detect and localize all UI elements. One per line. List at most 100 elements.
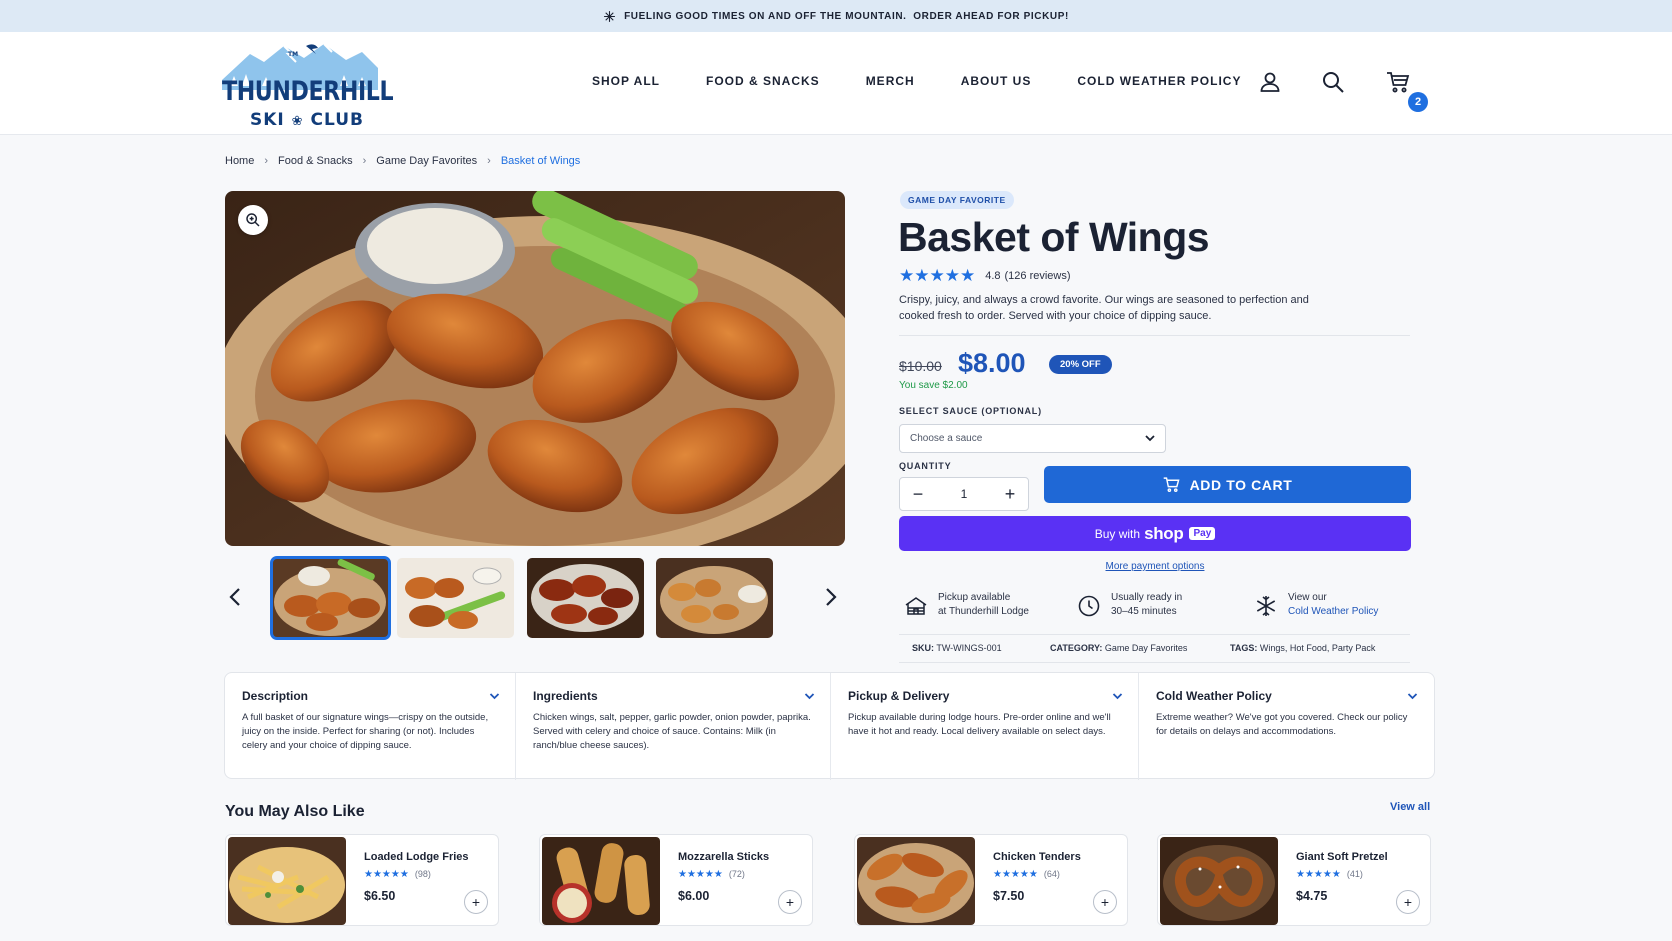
- cold-weather-info: View our Cold Weather Policy: [1254, 591, 1378, 619]
- rating-value: 4.8: [985, 270, 1001, 282]
- zoom-button[interactable]: [238, 205, 268, 235]
- nav-about-us[interactable]: ABOUT US: [961, 74, 1032, 88]
- quantity-value[interactable]: 1: [961, 487, 968, 501]
- search-icon: [1323, 72, 1344, 93]
- thumbnail-3[interactable]: [527, 558, 644, 638]
- shop-pay-badge: Pay: [1189, 527, 1216, 540]
- recommendation-name: Loaded Lodge Fries: [364, 851, 469, 863]
- recommendation-name: Giant Soft Pretzel: [1296, 851, 1388, 863]
- product-info-accordion: Description A full basket of our signatu…: [224, 672, 1435, 780]
- chevron-down-icon: [804, 692, 815, 699]
- category-value[interactable]: Game Day Favorites: [1105, 643, 1188, 653]
- accordion-title: Ingredients: [533, 689, 598, 703]
- account-button[interactable]: [1258, 70, 1282, 99]
- quantity-stepper: − 1 +: [899, 477, 1029, 511]
- tags-meta: TAGS: Wings, Hot Food, Party Pack: [1230, 643, 1375, 653]
- quick-add-button[interactable]: +: [778, 890, 802, 914]
- breadcrumb-separator-icon: ›: [487, 155, 491, 167]
- quick-add-button[interactable]: +: [1396, 890, 1420, 914]
- chevron-down-icon: [1112, 692, 1123, 699]
- accordion-description[interactable]: Description A full basket of our signatu…: [225, 673, 516, 780]
- breadcrumb-game-day[interactable]: Game Day Favorites: [376, 155, 477, 167]
- recommendation-card[interactable]: Giant Soft Pretzel ★★★★★ (41) $4.75 +: [1157, 834, 1431, 926]
- cart-icon: [1163, 477, 1180, 493]
- nav-shop-all[interactable]: SHOP ALL: [592, 74, 660, 88]
- breadcrumb-separator-icon: ›: [264, 155, 269, 167]
- thumbnail-2[interactable]: [397, 558, 514, 638]
- prev-image-button[interactable]: [225, 585, 245, 609]
- rating-stars-icon: ★★★★★: [678, 869, 723, 880]
- product-title: Basket of Wings: [898, 214, 1210, 260]
- accordion-body: Pickup available during lodge hours. Pre…: [848, 712, 1111, 737]
- next-image-button[interactable]: [821, 585, 841, 609]
- accordion-cold-weather[interactable]: Cold Weather Policy Extreme weather? We'…: [1138, 673, 1434, 780]
- more-payment-options-link[interactable]: More payment options: [899, 561, 1411, 572]
- breadcrumb-current: Basket of Wings: [500, 155, 581, 167]
- divider: [899, 335, 1410, 336]
- pickup-info: Pickup available at Thunderhill Lodge: [904, 591, 1029, 619]
- accordion-title: Description: [242, 689, 309, 703]
- main-nav: SHOP ALL FOOD & SNACKS MERCH ABOUT US CO…: [592, 74, 1287, 88]
- snowflake-icon: [604, 10, 615, 22]
- recommendation-card[interactable]: Mozzarella Sticks ★★★★★ (72) $6.00 +: [539, 834, 813, 926]
- nav-food-snacks[interactable]: FOOD & SNACKS: [706, 74, 820, 88]
- add-to-cart-button[interactable]: ADD TO CART: [1044, 466, 1411, 503]
- tags-value[interactable]: Wings, Hot Food, Party Pack: [1260, 643, 1376, 653]
- quantity-label: QUANTITY: [899, 461, 952, 471]
- sku-value: TW-WINGS-001: [936, 643, 1002, 653]
- quick-add-button[interactable]: +: [464, 890, 488, 914]
- savings-text: You save $2.00: [899, 380, 968, 391]
- cart-button[interactable]: [1386, 70, 1410, 99]
- accordion-pickup-delivery[interactable]: Pickup & Delivery Pickup available durin…: [830, 673, 1139, 780]
- nav-cold-weather-policy[interactable]: COLD WEATHER POLICY: [1077, 74, 1241, 88]
- accordion-ingredients[interactable]: Ingredients Chicken wings, salt, pepper,…: [515, 673, 831, 780]
- category-label: CATEGORY:: [1050, 643, 1103, 653]
- recommendation-card[interactable]: Chicken Tenders ★★★★★ (64) $7.50 +: [854, 834, 1128, 926]
- breadcrumb-separator-icon: ›: [362, 155, 367, 167]
- quantity-increase-button[interactable]: +: [1000, 484, 1020, 505]
- rating-count: (98): [414, 869, 431, 879]
- sku-label: SKU:: [912, 643, 934, 653]
- sauce-select-value: Choose a sauce: [910, 433, 983, 444]
- recommendations-title: You May Also Like: [225, 803, 365, 820]
- thumbnail-1[interactable]: [270, 556, 391, 640]
- ready-line1: Usually ready in: [1111, 592, 1183, 603]
- search-button[interactable]: [1321, 70, 1345, 99]
- thumbnail-4[interactable]: [656, 558, 773, 638]
- shop-pay-button[interactable]: Buy with shop Pay: [899, 516, 1411, 551]
- rating-count: (41): [1346, 869, 1363, 879]
- announcement-text: FUELING GOOD TIMES ON AND OFF THE MOUNTA…: [624, 10, 1069, 22]
- cart-icon: [1387, 72, 1410, 93]
- nav-merch[interactable]: MERCH: [866, 74, 915, 88]
- recommendation-rating: ★★★★★ (41): [1296, 869, 1363, 880]
- breadcrumb-home[interactable]: Home: [225, 155, 254, 167]
- logo[interactable]: TM THUNDERHILL SKI ❀ CLUB: [222, 40, 394, 130]
- sauce-label: SELECT SAUCE (OPTIONAL): [899, 406, 1042, 416]
- recommendation-rating: ★★★★★ (72): [678, 869, 745, 880]
- recommendation-card[interactable]: Loaded Lodge Fries ★★★★★ (98) $6.50 +: [225, 834, 499, 926]
- view-all-link[interactable]: View all: [1390, 801, 1430, 813]
- divider: [899, 662, 1410, 663]
- product-main-image[interactable]: [225, 191, 845, 546]
- sauce-select[interactable]: Choose a sauce: [899, 424, 1166, 453]
- cold-weather-policy-link[interactable]: Cold Weather Policy: [1288, 605, 1378, 619]
- add-to-cart-label: ADD TO CART: [1189, 476, 1293, 493]
- category-badge: GAME DAY FAVORITE: [900, 191, 1014, 209]
- accordion-title: Pickup & Delivery: [848, 689, 950, 703]
- recommendation-image: [857, 837, 975, 925]
- divider: [899, 634, 1410, 635]
- product-rating[interactable]: ★★★★★ 4.8 (126 reviews): [899, 266, 1071, 286]
- recommendation-name: Mozzarella Sticks: [678, 851, 770, 863]
- breadcrumb-food-snacks[interactable]: Food & Snacks: [278, 155, 353, 167]
- rating-count: (72): [728, 869, 745, 879]
- ready-line2: 30–45 minutes: [1111, 606, 1177, 617]
- chevron-down-icon: [1145, 435, 1155, 442]
- cart-count-badge: 2: [1408, 92, 1428, 112]
- recommendation-rating: ★★★★★ (98): [364, 869, 431, 880]
- category-meta: CATEGORY: Game Day Favorites: [1050, 643, 1187, 653]
- quick-add-button[interactable]: +: [1093, 890, 1117, 914]
- rating-stars-icon: ★★★★★: [364, 869, 409, 880]
- rating-stars-icon: ★★★★★: [993, 869, 1038, 880]
- original-price: $10.00: [899, 358, 942, 374]
- quantity-decrease-button[interactable]: −: [908, 484, 928, 505]
